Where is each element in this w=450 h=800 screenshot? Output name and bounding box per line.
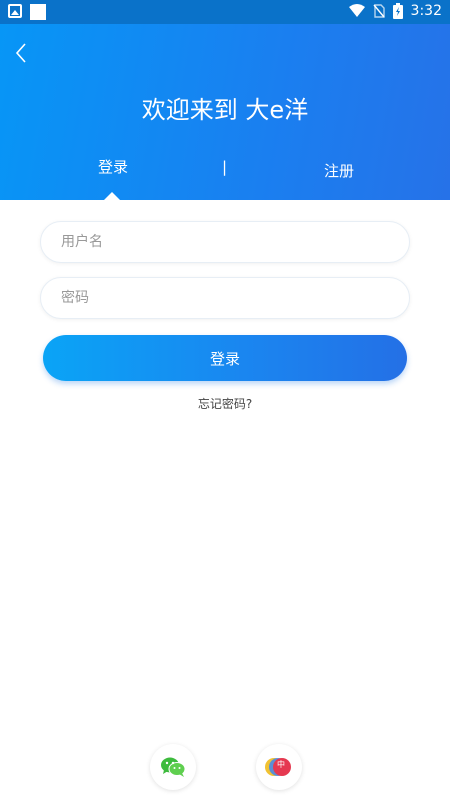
login-button[interactable]: 登录 xyxy=(43,335,407,381)
cn-login-button[interactable]: 中 xyxy=(256,744,302,790)
status-bar: 3:32 xyxy=(0,0,450,24)
image-notification-icon xyxy=(8,4,22,18)
wifi-icon xyxy=(348,4,365,17)
password-input[interactable] xyxy=(41,278,409,318)
password-field[interactable] xyxy=(40,277,410,319)
tab-separator: | xyxy=(222,158,228,176)
status-time: 3:32 xyxy=(410,3,442,19)
battery-charging-icon xyxy=(392,3,403,19)
welcome-title: 欢迎来到 大e洋 xyxy=(141,96,309,124)
forgot-password-link[interactable]: 忘记密码? xyxy=(0,395,450,412)
cn-badge-text: 中 xyxy=(277,760,285,769)
no-sim-icon xyxy=(373,4,385,18)
active-tab-indicator xyxy=(104,192,120,200)
username-input[interactable] xyxy=(41,222,409,262)
username-field[interactable] xyxy=(40,221,410,263)
wechat-icon xyxy=(161,757,186,777)
back-arrow-icon[interactable] xyxy=(14,42,30,64)
header-banner: 欢迎来到 大e洋 登录 | 注册 xyxy=(0,24,450,200)
notification-square-icon xyxy=(30,4,46,20)
wechat-login-button[interactable] xyxy=(150,744,196,790)
tab-login[interactable]: 登录 xyxy=(98,156,128,177)
tab-register[interactable]: 注册 xyxy=(324,160,354,181)
